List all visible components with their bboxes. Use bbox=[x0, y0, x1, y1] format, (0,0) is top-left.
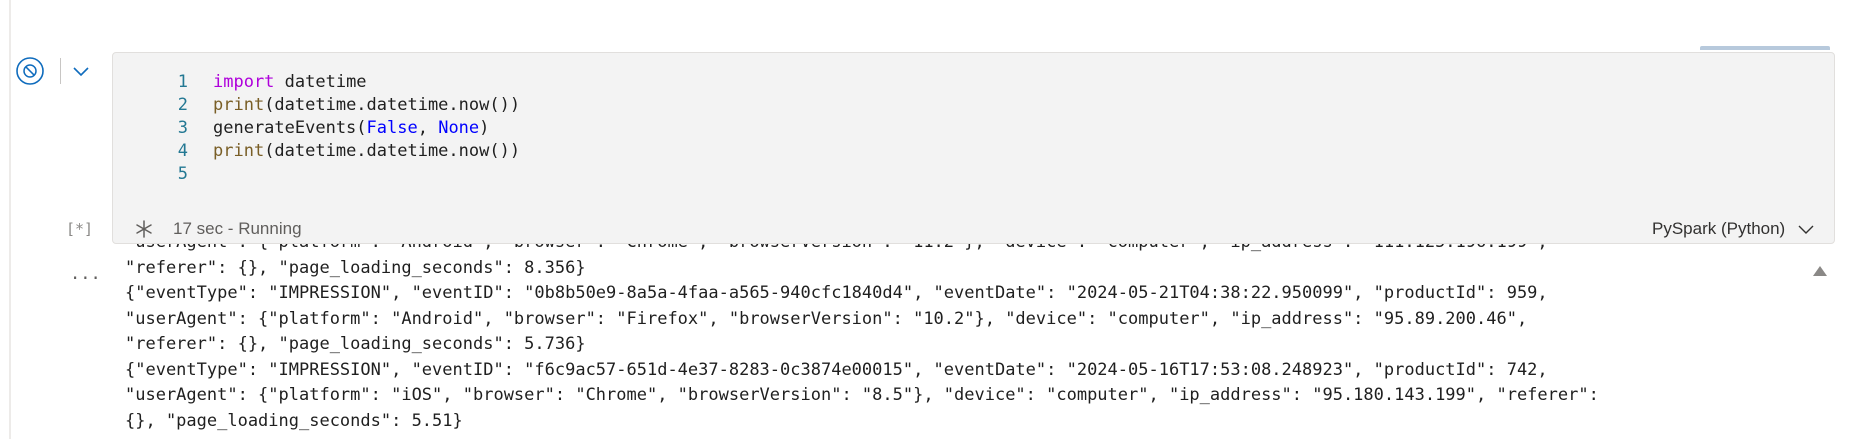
code-token: (datetime.datetime.now()) bbox=[264, 141, 521, 161]
code-token: ) bbox=[479, 118, 490, 138]
chevron-down-icon[interactable] bbox=[71, 64, 91, 80]
code-token: False bbox=[366, 118, 418, 138]
code-token: print bbox=[213, 141, 265, 161]
stop-circle-icon[interactable] bbox=[15, 56, 45, 86]
line-number: 5 bbox=[177, 164, 188, 184]
output-line: "referer": {}, "page_loading_seconds": 8… bbox=[125, 257, 586, 278]
execution-count: [*] bbox=[66, 220, 94, 238]
toolbar-divider bbox=[60, 58, 61, 84]
code-token: None bbox=[438, 118, 480, 138]
cell-output[interactable]: ... "userAgent": {"platform": "Android",… bbox=[0, 244, 1852, 439]
chevron-down-icon[interactable] bbox=[1797, 223, 1815, 237]
output-line: {}, "page_loading_seconds": 5.51} bbox=[125, 410, 463, 431]
output-more-button[interactable]: ... bbox=[70, 264, 101, 284]
code-token: generateEvents( bbox=[213, 118, 367, 138]
output-line: {"eventType": "IMPRESSION", "eventID": "… bbox=[125, 359, 1548, 380]
kernel-selector[interactable]: PySpark (Python) bbox=[1652, 219, 1785, 239]
cell-accent-bar bbox=[1700, 46, 1830, 50]
code-text[interactable]: print(datetime.datetime.now()) bbox=[213, 138, 520, 165]
output-text: "userAgent": {"platform": "Android", "br… bbox=[125, 244, 1785, 434]
triangle-up-icon[interactable] bbox=[1812, 264, 1828, 278]
output-line: "referer": {}, "page_loading_seconds": 5… bbox=[125, 334, 586, 354]
spinner-asterisk-icon bbox=[136, 220, 152, 238]
code-cell[interactable]: 1 import datetime 2 print(datetime.datetime… bbox=[112, 52, 1835, 244]
cell-status-text: 17 sec - Running bbox=[173, 219, 302, 238]
code-token: (datetime.datetime.now()) bbox=[264, 95, 521, 115]
output-line: "userAgent": {"platform": "Android", "br… bbox=[125, 244, 1785, 256]
code-token: print bbox=[213, 95, 265, 115]
code-token: datetime bbox=[274, 72, 367, 92]
code-token: , bbox=[417, 118, 439, 138]
output-line: {"eventType": "IMPRESSION", "eventID": "… bbox=[125, 283, 1548, 303]
output-line: "userAgent": {"platform": "Android", "br… bbox=[125, 308, 1528, 329]
output-line: "userAgent": {"platform": "iOS", "browse… bbox=[125, 385, 1599, 405]
code-token: import bbox=[213, 72, 275, 92]
